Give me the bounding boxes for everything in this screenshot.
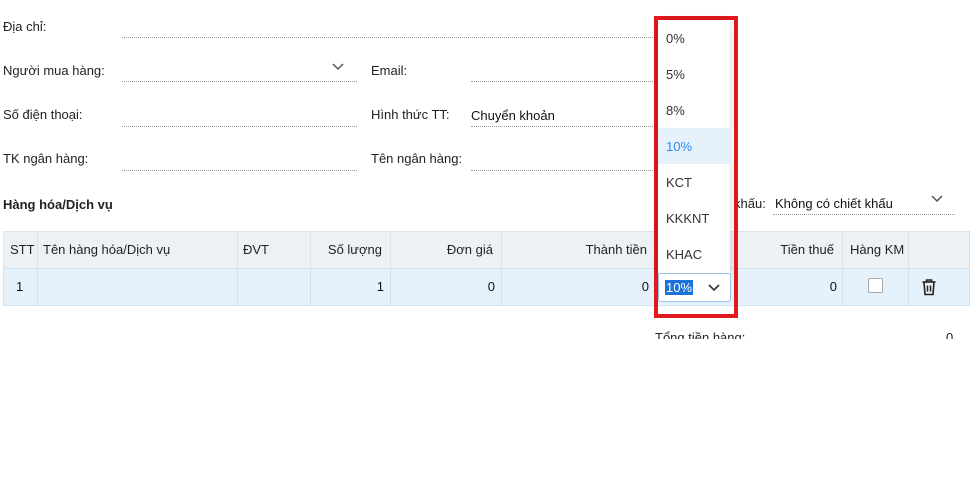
- discount-label: khấu:: [734, 196, 766, 211]
- header-stt: STT: [10, 242, 35, 257]
- row-tax: 0: [829, 279, 837, 294]
- goods-section-title: Hàng hóa/Dịch vụ: [3, 197, 113, 212]
- tax-rate-selected-value: 10%: [665, 280, 694, 295]
- trash-icon[interactable]: [921, 278, 937, 296]
- tax-option-8[interactable]: 8%: [658, 92, 730, 128]
- header-name: Tên hàng hóa/Dịch vụ: [43, 242, 171, 257]
- row-amount: 0: [641, 279, 649, 294]
- address-field[interactable]: [122, 37, 657, 38]
- header-qty: Số lượng: [327, 242, 382, 257]
- chevron-down-icon[interactable]: [930, 194, 944, 204]
- tax-option-0[interactable]: 0%: [658, 20, 730, 56]
- totals-strip: Tổng tiền hàng: 0: [0, 326, 971, 339]
- discount-select-value[interactable]: Không có chiết khấu: [775, 196, 893, 211]
- goods-total-value: 0: [946, 330, 954, 339]
- tax-option-5[interactable]: 5%: [658, 56, 730, 92]
- header-unit: ĐVT: [243, 242, 269, 257]
- discount-select-line: [773, 214, 955, 215]
- tax-option-10[interactable]: 10%: [658, 128, 730, 164]
- row-qty[interactable]: 1: [377, 279, 384, 294]
- buyer-select[interactable]: [122, 81, 357, 82]
- table-row[interactable]: [3, 268, 970, 306]
- goods-total-label: Tổng tiền hàng:: [655, 330, 746, 339]
- bank-account-field[interactable]: [122, 170, 357, 171]
- email-field[interactable]: [471, 81, 657, 82]
- phone-label: Số điện thoại:: [3, 107, 83, 122]
- bank-name-label: Tên ngân hàng:: [371, 151, 463, 166]
- phone-field[interactable]: [122, 126, 357, 127]
- payment-value[interactable]: Chuyển khoản: [471, 108, 555, 123]
- row-stt: 1: [16, 279, 24, 294]
- tax-option-kct[interactable]: KCT: [658, 164, 730, 200]
- tax-rate-dropdown[interactable]: 0% 5% 8% 10% KCT KKKNT KHAC: [658, 20, 730, 274]
- payment-select-line: [471, 126, 657, 127]
- header-amount: Thành tiền: [585, 242, 647, 257]
- tax-option-khac[interactable]: KHAC: [658, 236, 730, 272]
- email-label: Email:: [371, 63, 408, 78]
- bank-name-field[interactable]: [471, 170, 657, 171]
- row-price[interactable]: 0: [488, 279, 495, 294]
- promo-checkbox[interactable]: [868, 278, 883, 293]
- header-promo: Hàng KM: [850, 242, 905, 257]
- tax-option-kkknt[interactable]: KKKNT: [658, 200, 730, 236]
- payment-label: Hình thức TT:: [371, 107, 450, 122]
- buyer-label: Người mua hàng:: [3, 63, 105, 78]
- header-tax: Tiền thuế: [780, 242, 834, 257]
- chevron-down-icon[interactable]: [331, 62, 345, 72]
- tax-rate-select[interactable]: 10%: [658, 273, 731, 302]
- chevron-down-icon[interactable]: [707, 283, 721, 293]
- bank-account-label: TK ngân hàng:: [3, 151, 89, 166]
- address-label: Địa chỉ:: [3, 19, 47, 34]
- header-price: Đơn giá: [446, 242, 493, 257]
